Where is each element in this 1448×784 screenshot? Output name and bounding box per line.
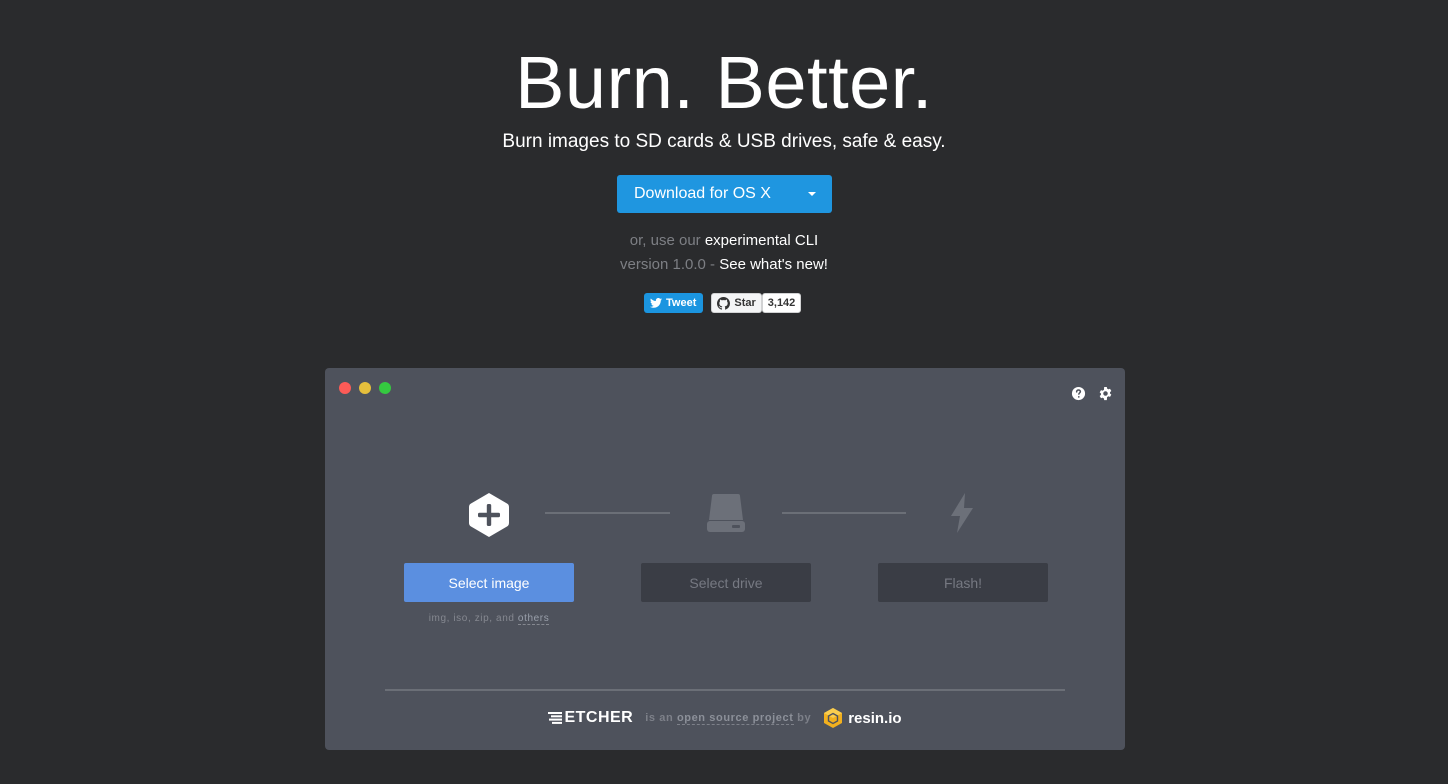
footer-prefix: is an xyxy=(645,712,677,724)
select-drive-button[interactable]: Select drive xyxy=(641,563,811,602)
etcher-name: ETCHER xyxy=(564,709,634,726)
open-source-link[interactable]: open source project xyxy=(676,712,794,725)
social-buttons: Tweet Star 3,142 xyxy=(644,293,802,313)
hero-subtitle: Burn images to SD cards & USB drives, sa… xyxy=(502,131,946,152)
footer-divider xyxy=(385,689,1065,691)
formats-prefix: img, iso, zip, and xyxy=(428,613,518,624)
maximize-window-button[interactable] xyxy=(379,382,391,394)
download-button[interactable]: Download for OS X xyxy=(617,175,832,213)
twitter-bird-icon xyxy=(650,298,662,308)
tweet-button[interactable]: Tweet xyxy=(644,293,704,313)
resin-cube-icon xyxy=(824,708,843,728)
footer-suffix: by xyxy=(793,712,812,724)
resin-name: resin.io xyxy=(848,709,902,727)
tweet-label: Tweet xyxy=(666,297,697,309)
version-line: version 1.0.0 - See what's new! xyxy=(0,256,1448,273)
github-star-button[interactable]: Star xyxy=(711,293,762,313)
select-image-button[interactable]: Select image xyxy=(404,563,574,602)
window-controls xyxy=(339,382,391,394)
gear-icon[interactable] xyxy=(1098,386,1113,401)
formats-others-link[interactable]: others xyxy=(517,613,550,625)
drive-icon xyxy=(707,494,745,532)
step-connector xyxy=(545,512,670,514)
hero-title: Burn. Better. xyxy=(515,41,933,124)
etcher-mark-icon xyxy=(548,712,563,724)
download-button-label: Download for OS X xyxy=(634,185,771,202)
plus-hexagon-icon[interactable] xyxy=(467,492,511,538)
star-count[interactable]: 3,142 xyxy=(761,293,802,313)
github-icon xyxy=(717,296,731,310)
close-window-button[interactable] xyxy=(339,382,351,394)
app-footer: ETCHER is an open source project by resi… xyxy=(325,705,1125,731)
minimize-window-button[interactable] xyxy=(359,382,371,394)
cli-line: or, use our experimental CLI xyxy=(0,232,1448,249)
etcher-logo[interactable]: ETCHER xyxy=(548,709,633,727)
step-connector xyxy=(782,512,906,514)
resin-logo[interactable]: resin.io xyxy=(823,707,902,729)
changelog-link[interactable]: See what's new! xyxy=(719,256,828,273)
top-right-icons xyxy=(1071,386,1113,401)
chevron-down-icon[interactable] xyxy=(792,175,832,213)
footer-text: is an open source project by xyxy=(645,712,812,725)
supported-formats: img, iso, zip, and others xyxy=(404,613,574,625)
help-icon[interactable] xyxy=(1071,386,1086,401)
cli-link[interactable]: experimental CLI xyxy=(705,232,818,249)
version-prefix: version 1.0.0 - xyxy=(620,256,720,273)
lightning-icon xyxy=(951,493,973,533)
cli-prefix: or, use our xyxy=(629,232,705,249)
etcher-app-window: Select image Select drive Flash! img, is… xyxy=(325,368,1125,750)
star-label: Star xyxy=(734,297,756,309)
flash-button[interactable]: Flash! xyxy=(878,563,1048,602)
